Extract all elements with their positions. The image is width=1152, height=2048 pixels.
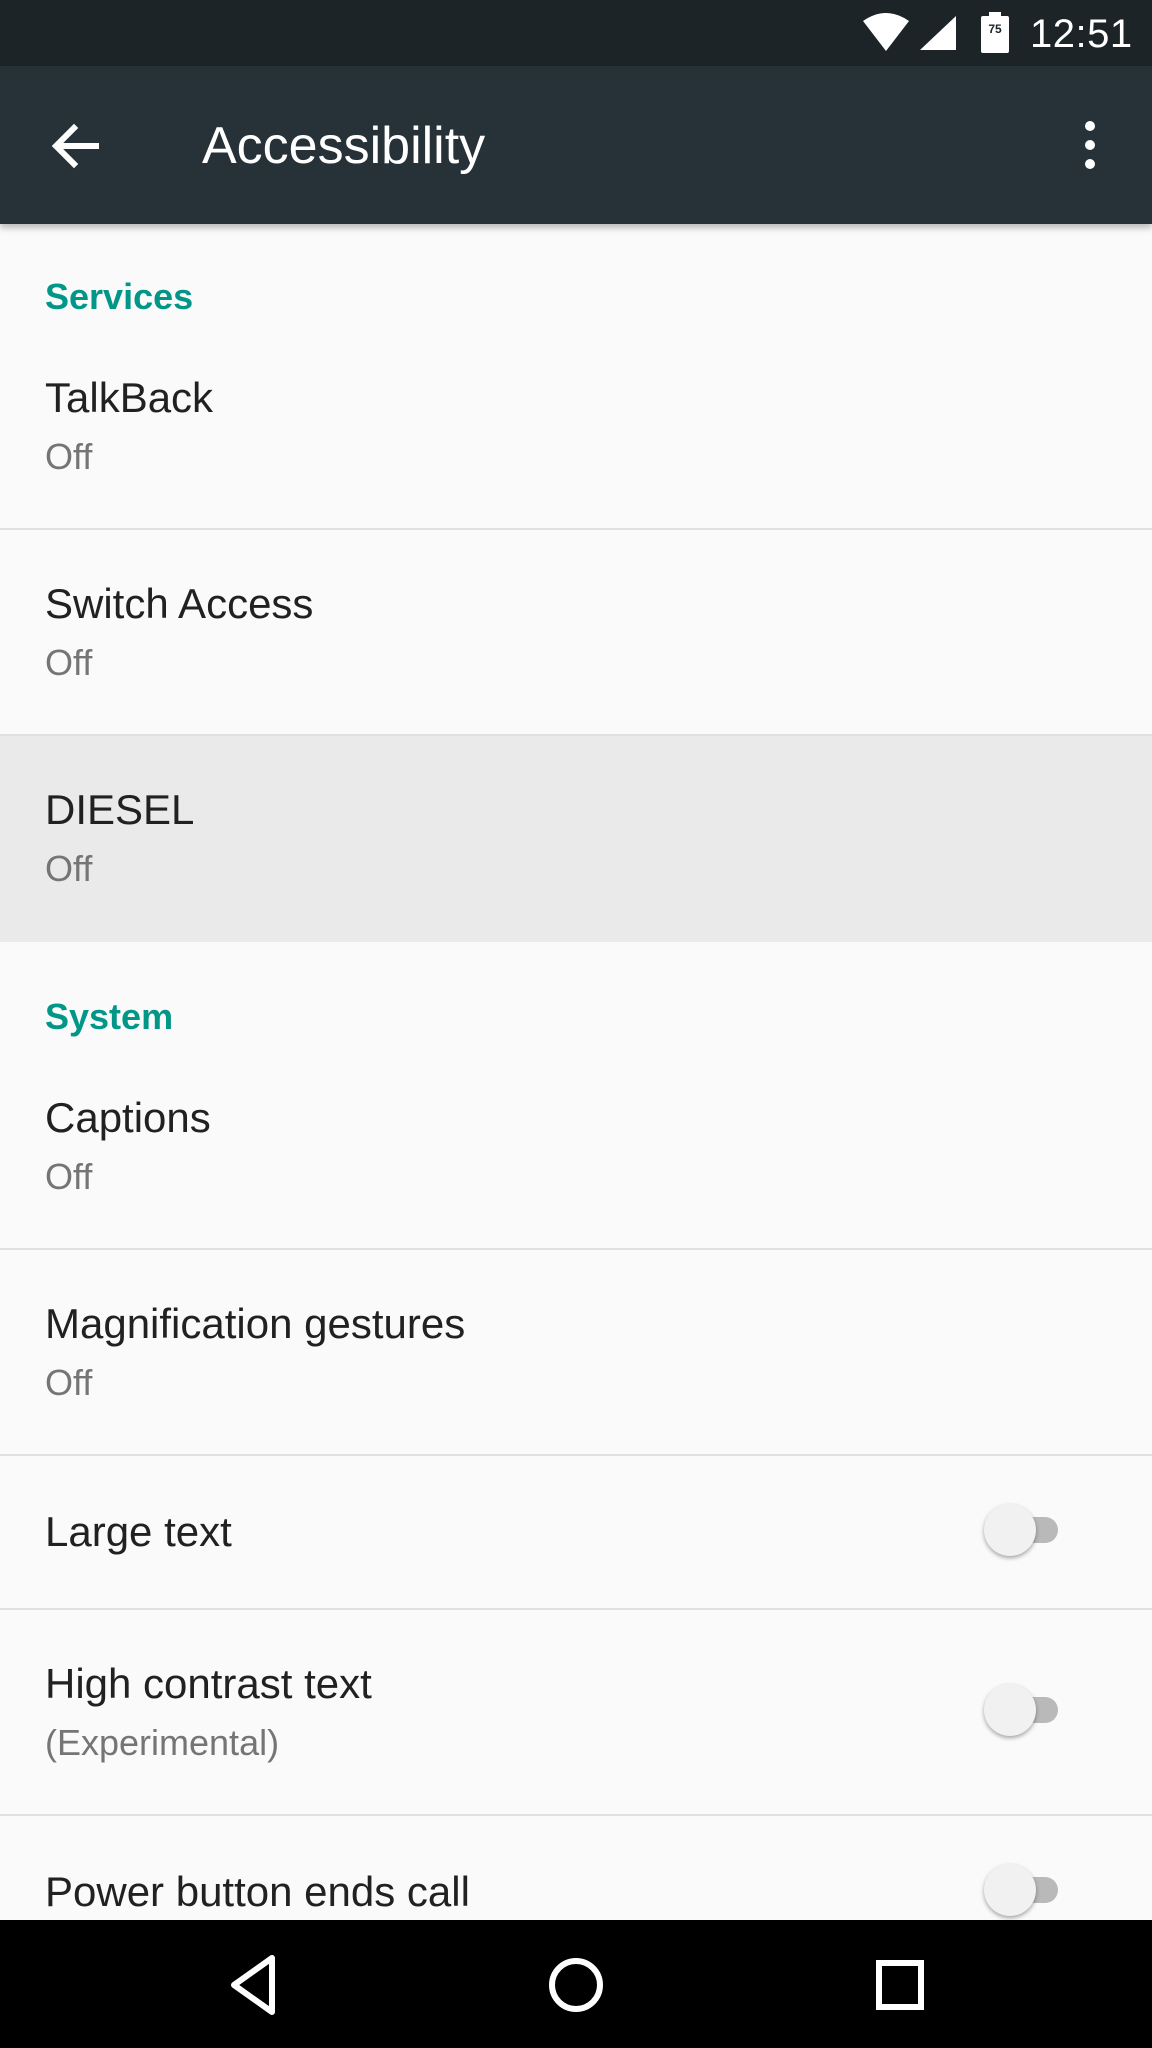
item-summary: Off <box>45 1156 93 1197</box>
switch-thumb <box>984 1684 1036 1736</box>
item-title: High contrast text <box>45 1660 372 1707</box>
list-item-magnification-gestures[interactable]: Magnification gestures Off <box>0 1250 1152 1454</box>
list-item-talkback[interactable]: TalkBack Off <box>0 324 1152 530</box>
item-title: DIESEL <box>45 786 195 833</box>
clock: 12:51 <box>1030 12 1133 56</box>
status-bar: 75 12:51 <box>0 0 1152 66</box>
home-circle-icon <box>549 1958 603 2012</box>
more-vert-icon <box>1085 121 1095 169</box>
list-item-power-button-ends-call[interactable]: Power button ends call <box>0 1816 1152 1920</box>
list-item-diesel[interactable]: DIESEL Off <box>0 736 1152 942</box>
item-summary: Off <box>45 1362 93 1403</box>
switch-thumb <box>984 1504 1036 1556</box>
page-title: Accessibility <box>202 117 486 175</box>
nav-home-button[interactable] <box>536 1950 616 2020</box>
list-item-large-text[interactable]: Large text <box>0 1456 1152 1608</box>
item-title: TalkBack <box>45 374 214 421</box>
list-item-captions[interactable]: Captions Off <box>0 1042 1152 1248</box>
item-summary: Off <box>45 848 93 889</box>
section-header-system: System <box>45 996 174 1037</box>
item-title: Magnification gestures <box>45 1300 466 1347</box>
item-title: Large text <box>45 1508 232 1555</box>
item-summary: (Experimental) <box>45 1722 280 1763</box>
item-title: Power button ends call <box>45 1868 470 1915</box>
high-contrast-text-switch[interactable] <box>980 1680 1080 1740</box>
nav-recents-button[interactable] <box>860 1950 940 2020</box>
section-header-services: Services <box>45 276 194 317</box>
list-item-switch-access[interactable]: Switch Access Off <box>0 530 1152 736</box>
switch-thumb <box>984 1864 1036 1916</box>
screen: 75 12:51 Accessibility Services TalkBack… <box>0 0 1152 2048</box>
arrow-back-icon <box>51 123 99 169</box>
overflow-menu-button[interactable] <box>1070 116 1110 176</box>
cell-signal-icon <box>920 16 956 50</box>
large-text-switch[interactable] <box>980 1500 1080 1560</box>
item-summary: Off <box>45 642 93 683</box>
battery-level: 75 <box>988 22 1002 36</box>
recents-square-icon <box>876 1960 924 2010</box>
wifi-icon <box>863 13 909 51</box>
power-button-ends-call-switch[interactable] <box>980 1860 1080 1920</box>
item-title: Captions <box>45 1094 211 1141</box>
navigation-bar <box>0 1920 1152 2048</box>
nav-back-button[interactable] <box>214 1950 294 2020</box>
item-summary: Off <box>45 436 93 477</box>
back-triangle-icon <box>231 1955 275 2015</box>
settings-list: Services TalkBack Off Switch Access Off … <box>0 224 1152 1920</box>
back-button[interactable] <box>44 114 114 178</box>
item-title: Switch Access <box>45 580 314 627</box>
list-item-high-contrast-text[interactable]: High contrast text (Experimental) <box>0 1610 1152 1814</box>
app-bar: Accessibility <box>0 66 1152 224</box>
